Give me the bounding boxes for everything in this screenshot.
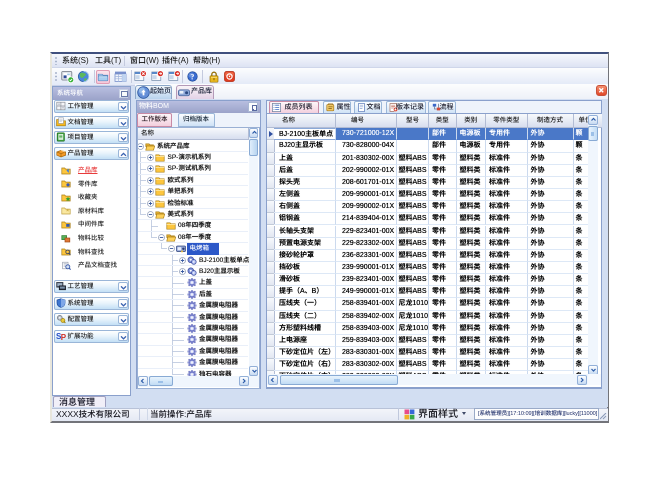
svg-text:P: P <box>61 333 66 341</box>
svg-text:?: ? <box>191 72 195 81</box>
